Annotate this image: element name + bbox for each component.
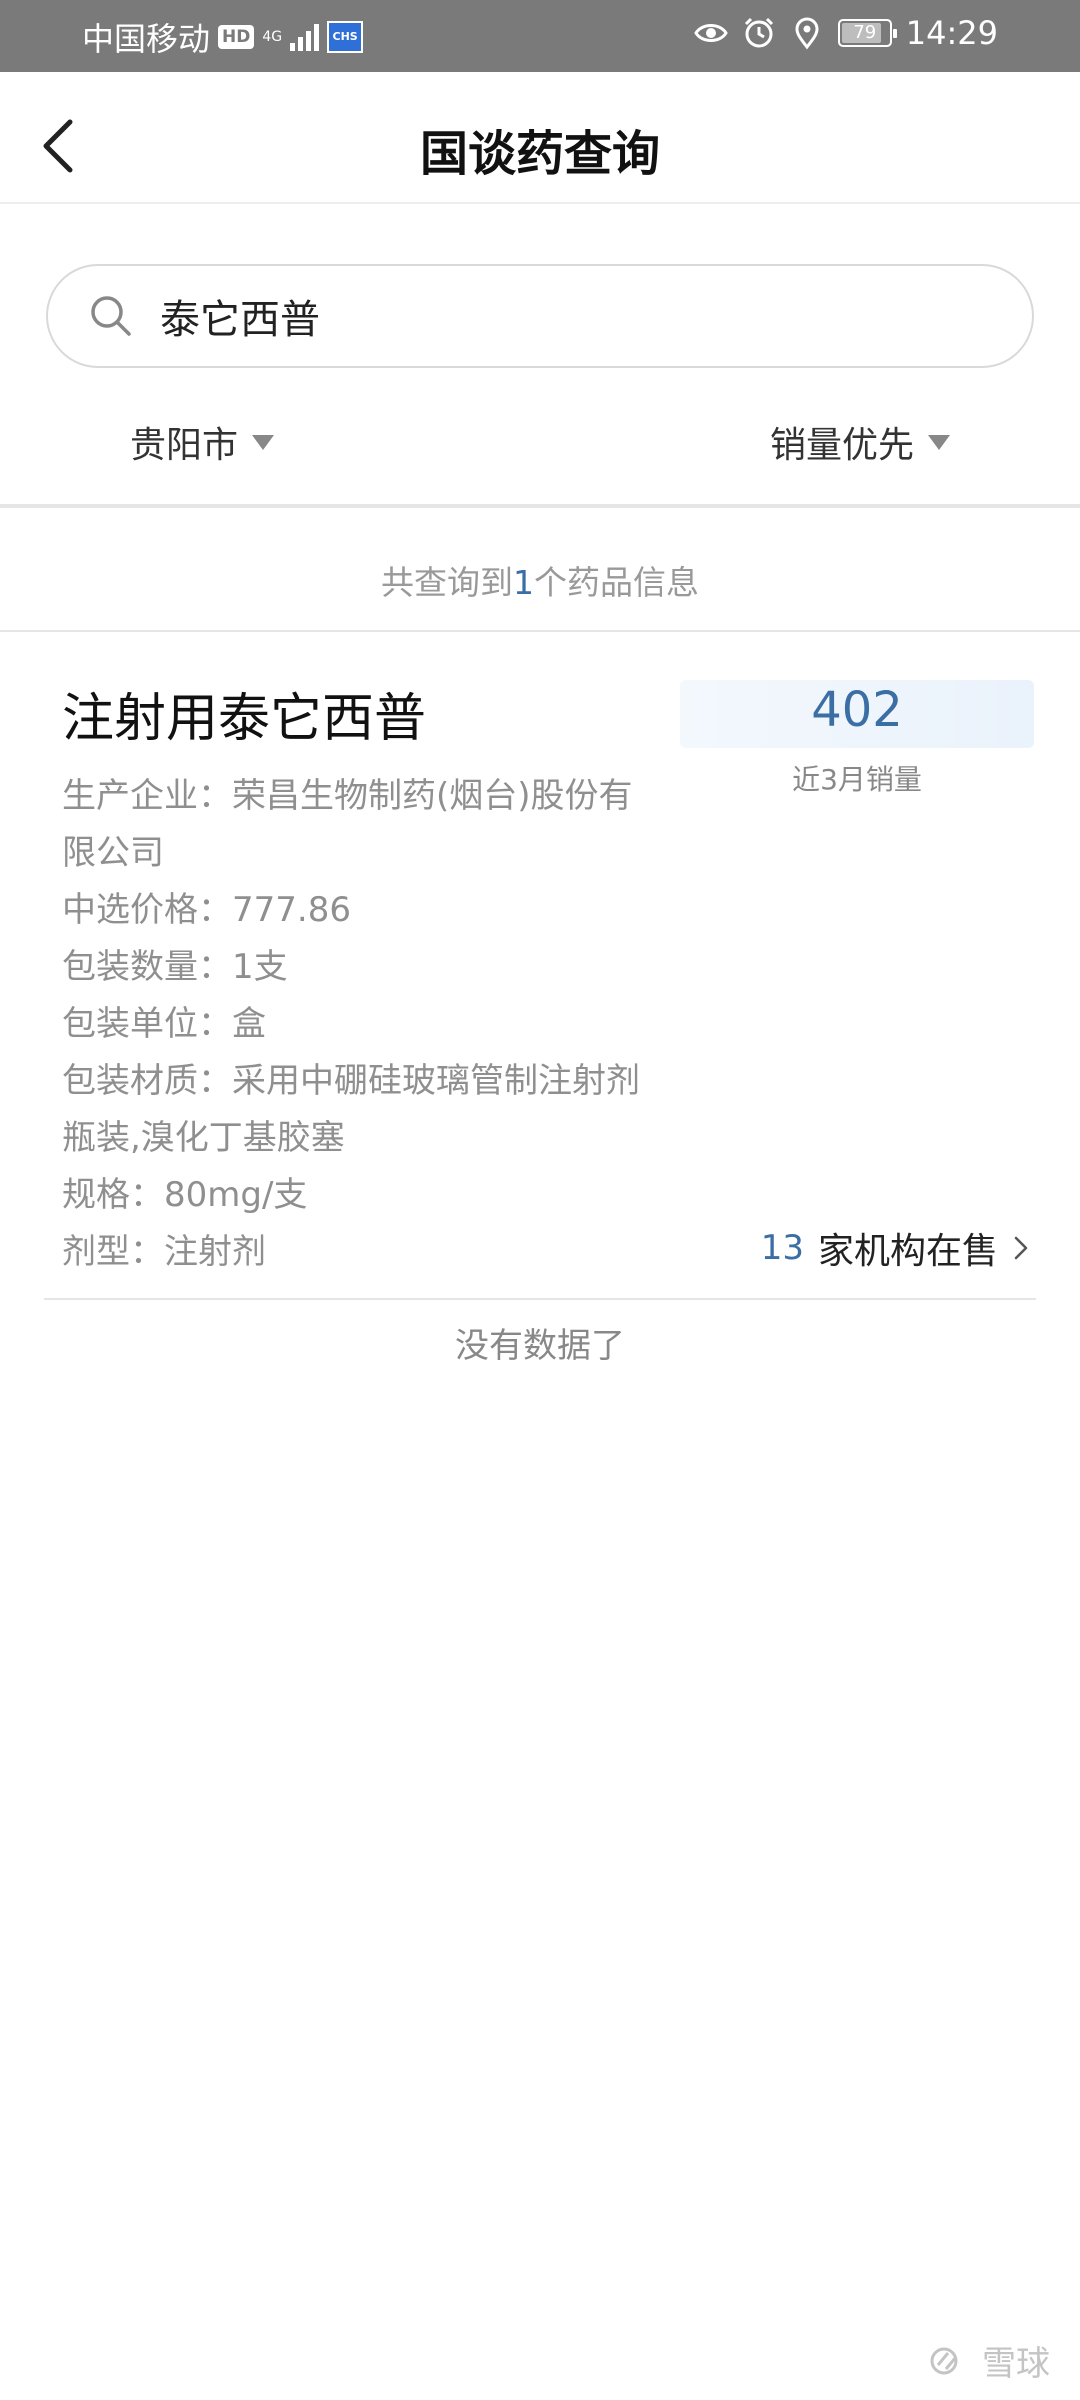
chevron-right-icon <box>1014 1236 1028 1260</box>
sales-value: 402 <box>811 682 903 738</box>
sort-filter-label: 销量优先 <box>769 425 914 466</box>
info-dosage-form: 剂型：注射剂 <box>62 1232 266 1272</box>
watermark-text: 雪球 <box>982 2344 1050 2384</box>
card-divider <box>44 1298 1036 1300</box>
network-type: 4G <box>262 29 283 45</box>
hd-badge: HD <box>218 25 255 49</box>
summary-divider <box>0 630 1080 632</box>
search-input[interactable] <box>158 292 958 340</box>
info-manufacturer-line1: 生产企业：荣昌生物制药(烟台)股份有 <box>62 776 633 816</box>
eye-icon <box>694 24 728 42</box>
search-icon <box>91 296 131 336</box>
filter-divider <box>0 504 1080 508</box>
end-of-list-text: 没有数据了 <box>455 1326 625 1366</box>
sellers-count: 13 <box>760 1228 804 1268</box>
chs-app-icon: CHS <box>327 21 364 53</box>
search-box[interactable] <box>46 264 1034 368</box>
sellers-label: 家机构在售 <box>817 1231 998 1272</box>
battery-icon: 79 <box>837 19 897 47</box>
sales-label: 近3月销量 <box>792 763 922 796</box>
info-package-quantity: 包装数量：1支 <box>62 947 288 987</box>
watermark: 雪球 <box>928 2336 1050 2385</box>
dropdown-triangle-icon <box>928 434 950 450</box>
status-bar: 中国移动 HD 4G CHS 79 14:29 <box>0 0 1080 72</box>
battery-level: 79 <box>853 22 877 43</box>
result-summary-suffix: 个药品信息 <box>534 563 699 602</box>
info-package-material-line1: 包装材质：采用中硼硅玻璃管制注射剂 <box>62 1061 640 1101</box>
signal-icon <box>290 23 320 51</box>
city-filter-dropdown[interactable]: 贵阳市 <box>130 416 275 468</box>
carrier-name: 中国移动 <box>82 20 211 58</box>
drug-info-list: 生产企业：荣昌生物制药(烟台)股份有 限公司 中选价格：777.86 包装数量：… <box>62 768 682 1281</box>
info-price: 中选价格：777.86 <box>62 890 351 930</box>
dropdown-triangle-icon <box>252 434 275 450</box>
info-specification: 规格：80mg/支 <box>62 1175 308 1215</box>
drug-name[interactable]: 注射用泰它西普 <box>62 676 426 751</box>
snowball-logo-icon <box>930 2347 958 2374</box>
sort-filter-dropdown[interactable]: 销量优先 <box>770 416 950 468</box>
info-package-unit: 包装单位：盒 <box>62 1004 266 1044</box>
location-icon <box>795 17 819 50</box>
info-manufacturer-line2: 限公司 <box>62 833 164 873</box>
info-package-material-line2: 瓶装,溴化丁基胶塞 <box>62 1118 345 1158</box>
app-header: 国谈药查询 <box>0 94 1080 204</box>
result-summary: 共查询到1个药品信息 <box>0 556 1080 604</box>
clock: 14:29 <box>905 14 998 52</box>
city-filter-label: 贵阳市 <box>130 425 239 466</box>
alarm-icon <box>744 17 773 48</box>
result-summary-prefix: 共查询到 <box>381 563 513 602</box>
result-count-number: 1 <box>513 563 534 602</box>
sellers-link[interactable]: 13 家机构在售 <box>761 1222 1030 1274</box>
page-title: 国谈药查询 <box>419 126 660 182</box>
